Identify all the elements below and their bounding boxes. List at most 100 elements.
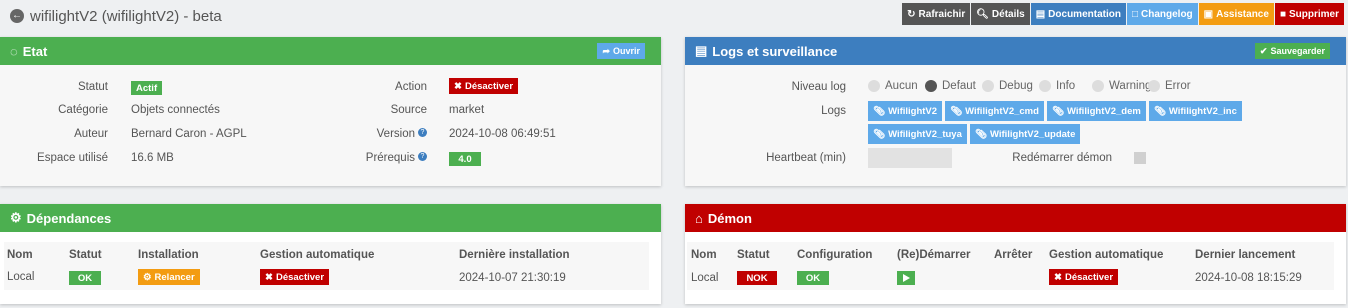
demon-panel-header: ⌂ Démon: [685, 204, 1346, 232]
page-title: wifilightV2 (wifilightV2) - beta: [30, 7, 222, 25]
radio-warning[interactable]: Warning: [1092, 80, 1151, 92]
row-dernier: 2024-10-08 18:15:29: [1195, 272, 1302, 284]
etat-panel: ◌ Etat ➦ Ouvrir Statut Actif Catégorie Ob…: [0, 37, 661, 186]
trash-icon: ■: [1279, 8, 1286, 20]
restart-label: Redémarrer démon: [1012, 152, 1112, 164]
dependances-body: Nom Statut Installation Gestion automati…: [0, 232, 661, 304]
relaunch-button[interactable]: ⚙ Relancer: [138, 269, 200, 285]
dependances-title: Dépendances: [26, 210, 112, 226]
page-header: ← wifilightV2 (wifilightV2) - beta: [10, 6, 222, 26]
bicycle-icon: ⚙: [143, 271, 152, 283]
check-circle-icon: ✔: [1259, 45, 1268, 56]
prerequis-badge: 4.0: [449, 152, 481, 166]
file-icon: □: [1131, 8, 1138, 20]
espace-label: Espace utilisé: [37, 152, 108, 164]
radio-dot: [868, 80, 880, 92]
etat-panel-header: ◌ Etat ➦ Ouvrir: [0, 37, 661, 65]
close-icon: ✖: [1054, 271, 1062, 283]
deactivate-button[interactable]: ✖ Désactiver: [260, 269, 330, 285]
log-button-inc[interactable]: 📎︎ WifilightV2_inc: [1148, 101, 1242, 121]
logs-label: Logs: [821, 105, 846, 117]
status-badge: OK: [69, 271, 101, 285]
refresh-button[interactable]: ↻ Rafraichir: [902, 3, 971, 25]
auteur-value: Bernard Caron - AGPL: [131, 128, 247, 140]
dependances-panel-header: ⚙ Dépendances: [0, 204, 661, 232]
deactivate-button[interactable]: ✖ Désactiver: [1049, 269, 1119, 285]
radio-info[interactable]: Info: [1039, 80, 1075, 92]
col-statut: Statut: [69, 249, 102, 261]
paperclip-icon: 📎︎: [974, 128, 987, 140]
radio-error[interactable]: Error: [1148, 80, 1191, 92]
close-icon: ✖: [454, 80, 462, 92]
paperclip-icon: 📎︎: [1051, 105, 1064, 117]
log-button-tuya[interactable]: 📎︎ WifilightV2_tuya: [868, 124, 967, 144]
prerequis-label: Prérequis?: [366, 152, 427, 164]
statut-label: Statut: [77, 81, 108, 93]
log-button-wifilightv2[interactable]: 📎︎ WifilightV2: [868, 101, 943, 121]
heartbeat-input[interactable]: [868, 148, 952, 168]
action-label: Action: [395, 81, 427, 93]
share-icon: ➦: [602, 45, 610, 56]
row-derniere: 2024-10-07 21:30:19: [459, 272, 566, 284]
help-icon[interactable]: ?: [418, 152, 427, 161]
radio-dot: [1148, 80, 1160, 92]
paperclip-icon: 📎︎: [1153, 105, 1166, 117]
radio-debug[interactable]: Debug: [982, 80, 1033, 92]
dependances-panel: ⚙ Dépendances Nom Statut Installation Ge…: [0, 204, 661, 304]
paperclip-icon: 📎︎: [873, 128, 886, 140]
log-button-dem[interactable]: 📎︎ WifilightV2_dem: [1046, 101, 1146, 121]
dependances-table: Nom Statut Installation Gestion automati…: [4, 242, 649, 290]
save-button[interactable]: ✔ Sauvegarder: [1254, 43, 1330, 59]
col-installation: Installation: [138, 249, 199, 261]
heartbeat-label: Heartbeat (min): [766, 152, 846, 164]
delete-button[interactable]: ■ Supprimer: [1274, 3, 1344, 25]
details-button[interactable]: 🔍︎ Détails: [971, 3, 1030, 25]
config-badge: OK: [797, 271, 829, 285]
categorie-value: Objets connectés: [131, 104, 220, 116]
documentation-button[interactable]: ▤ Documentation: [1030, 3, 1126, 25]
statut-badge: Actif: [131, 81, 163, 95]
spinner-icon: ◌: [10, 43, 18, 59]
search-icon: 🔍︎: [976, 8, 989, 20]
source-label: Source: [390, 104, 427, 116]
col-gestion: Gestion automatique: [260, 249, 375, 261]
back-arrow-icon[interactable]: ←: [10, 9, 24, 23]
col-statut: Statut: [737, 249, 770, 261]
radio-defaut[interactable]: Defaut: [925, 80, 976, 92]
paperclip-icon: 📎︎: [873, 105, 886, 117]
col-arreter: Arrêter: [994, 249, 1033, 261]
log-button-update[interactable]: 📎︎ WifilightV2_update: [969, 124, 1081, 144]
source-value: market: [449, 104, 485, 116]
demon-table: Nom Statut Configuration (Re)Démarrer Ar…: [687, 242, 1334, 290]
col-nom: Nom: [691, 249, 717, 261]
logs-title: Logs et surveillance: [712, 43, 838, 59]
play-button[interactable]: [897, 271, 915, 285]
logs-panel-header: ▤ Logs et surveillance ✔ Sauvegarder: [685, 37, 1346, 65]
radio-dot: [1092, 80, 1104, 92]
restart-checkbox[interactable]: [1134, 152, 1146, 164]
etat-title: Etat: [22, 43, 48, 59]
log-button-cmd[interactable]: 📎︎ WifilightV2_cmd: [945, 101, 1044, 121]
col-dernier: Dernier lancement: [1195, 249, 1296, 261]
close-icon: ✖: [265, 271, 273, 283]
assistance-button[interactable]: ▣ Assistance: [1198, 3, 1274, 25]
paperclip-icon: 📎︎: [950, 105, 963, 117]
row-nom: Local: [7, 271, 35, 283]
top-toolbar: ↻ Rafraichir 🔍︎ Détails ▤ Documentation □ Ch…: [902, 3, 1344, 25]
radio-aucun[interactable]: Aucun: [868, 80, 918, 92]
logs-body: Niveau log Aucun Defaut Debug Info Warni…: [685, 65, 1346, 186]
auteur-label: Auteur: [74, 128, 108, 140]
status-badge: NOK: [737, 271, 777, 285]
help-icon[interactable]: ?: [418, 128, 427, 137]
bank-icon: ⌂: [695, 210, 703, 226]
open-button[interactable]: ➦ Ouvrir: [597, 43, 645, 59]
col-derniere: Dernière installation: [459, 249, 570, 261]
deactivate-button[interactable]: ✖ Désactiver: [449, 78, 519, 94]
row-nom: Local: [691, 272, 719, 284]
radio-dot: [1039, 80, 1051, 92]
changelog-button[interactable]: □ Changelog: [1126, 3, 1198, 25]
gear-icon: ⚙: [10, 210, 22, 225]
col-redemarrer: (Re)Démarrer: [897, 249, 971, 261]
logs-panel: ▤ Logs et surveillance ✔ Sauvegarder Nive…: [685, 37, 1346, 186]
demon-title: Démon: [707, 210, 752, 226]
